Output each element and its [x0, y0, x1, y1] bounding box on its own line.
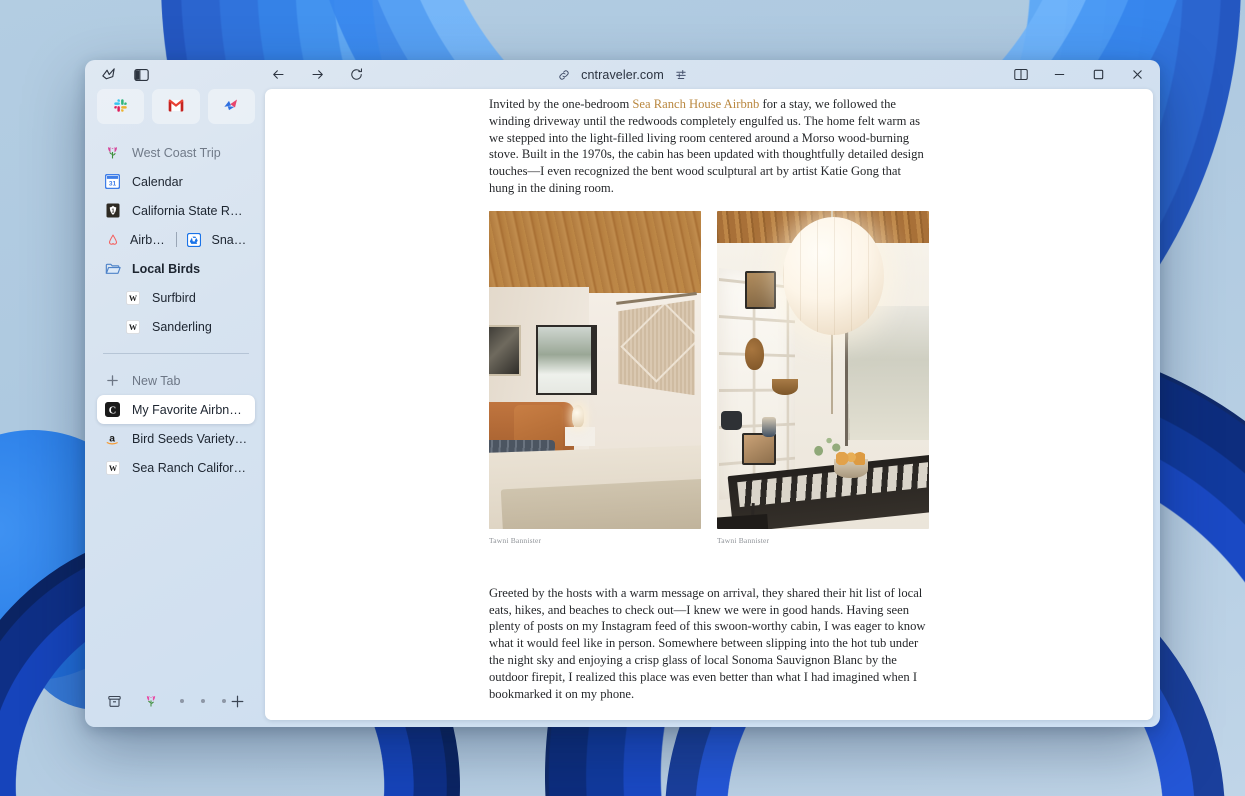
photo-credit: Tawni Bannister [717, 536, 929, 545]
sidebar-folder-label: Local Birds [132, 262, 200, 276]
split-view-icon[interactable] [1012, 66, 1029, 83]
sidebar-folder-local-birds[interactable]: Local Birds [97, 254, 255, 283]
page-bottom-edge [265, 715, 1153, 720]
browser-window: cntraveler.com [85, 60, 1160, 727]
amazon-icon: a [104, 430, 121, 447]
space-dot[interactable] [180, 699, 184, 703]
sidebar-item-label: Airbnb l... [130, 233, 167, 247]
sea-ranch-house-airbnb-link[interactable]: Sea Ranch House Airbnb [632, 97, 759, 111]
photo-column-2: Tawni Bannister [717, 211, 929, 545]
sidebar-item-calendar[interactable]: 31 Calendar [97, 167, 255, 196]
sidebar: West Coast Trip 31 Calendar [85, 89, 265, 720]
app-tile-arc-pinned[interactable] [208, 89, 255, 124]
wikipedia-icon: W [124, 318, 141, 335]
slack-icon [113, 98, 128, 116]
close-button[interactable] [1129, 66, 1146, 83]
footer-space-tulip-icon[interactable] [140, 689, 163, 713]
folder-icon [104, 260, 121, 277]
sidebar-footer [97, 682, 255, 720]
sidebar-item-label: Sanderling [152, 320, 212, 334]
sidebar-tab-my-favorite-airbnb[interactable]: C My Favorite Airbnb in S... [97, 395, 255, 424]
window-body: West Coast Trip 31 Calendar [85, 89, 1160, 727]
sidebar-tab-sea-ranch-california[interactable]: W Sea Ranch California [97, 453, 255, 482]
sidebar-item-label: Snacks... [212, 233, 249, 247]
address-bar[interactable]: cntraveler.com [85, 68, 1160, 82]
link-icon [557, 68, 571, 82]
sidebar-tab-label: My Favorite Airbnb in S... [132, 403, 248, 417]
article-paragraph-2: Greeted by the hosts with a warm message… [489, 585, 929, 703]
archive-icon[interactable] [103, 689, 126, 713]
panel-toggle-icon[interactable] [133, 66, 150, 83]
svg-text:1: 1 [111, 208, 114, 214]
route-shield-icon: 1 [104, 202, 121, 219]
new-space-plus-icon[interactable] [226, 689, 249, 713]
browser-chrome-bar: cntraveler.com [85, 60, 1160, 89]
photo-dining-room[interactable] [717, 211, 929, 529]
space-switcher-dots [180, 699, 226, 703]
sidebar-item-label: Calendar [132, 175, 183, 189]
arrow-left-icon[interactable] [270, 66, 287, 83]
app-tile-slack[interactable] [97, 89, 144, 124]
svg-text:W: W [128, 323, 137, 332]
new-tab-label: New Tab [132, 374, 180, 388]
article-paragraph-1: Invited by the one-bedroom Sea Ranch Hou… [489, 96, 929, 197]
sidebar-divider [103, 353, 249, 354]
page-scroll-container[interactable]: Invited by the one-bedroom Sea Ranch Hou… [265, 89, 1153, 720]
space-dot[interactable] [201, 699, 205, 703]
arc-star-icon[interactable] [100, 66, 117, 83]
airbnb-icon [104, 231, 121, 248]
sidebar-split-tabs-row[interactable]: Airbnb l... Snacks... [97, 225, 255, 254]
svg-text:C: C [109, 405, 116, 416]
sidebar-item-label: Surfbird [152, 291, 196, 305]
plus-icon [104, 372, 121, 389]
sidebar-item-california-state-route-1[interactable]: 1 California State Route 1 [97, 196, 255, 225]
app-tile-gmail[interactable] [152, 89, 199, 124]
google-drive-icon [186, 231, 203, 248]
reload-icon[interactable] [348, 66, 365, 83]
cn-traveler-icon: C [104, 401, 121, 418]
sidebar-item-surfbird[interactable]: W Surfbird [97, 283, 255, 312]
paragraph-1-after: for a stay, we followed the winding driv… [489, 97, 924, 195]
sidebar-tab-bird-seeds-variety-pack[interactable]: a Bird Seeds Variety Pack [97, 424, 255, 453]
arc-star-icon [223, 98, 239, 116]
google-calendar-icon: 31 [104, 173, 121, 190]
wikipedia-icon: W [124, 289, 141, 306]
minimize-button[interactable] [1051, 66, 1068, 83]
maximize-button[interactable] [1090, 66, 1107, 83]
svg-text:31: 31 [109, 181, 117, 188]
sidebar-tab-label: Sea Ranch California [132, 461, 248, 475]
sliders-icon[interactable] [674, 68, 688, 82]
url-text[interactable]: cntraveler.com [581, 68, 664, 82]
sidebar-item-sanderling[interactable]: W Sanderling [97, 312, 255, 341]
wikipedia-icon: W [104, 459, 121, 476]
svg-text:a: a [109, 434, 115, 445]
tulip-icon [104, 144, 121, 161]
photo-bedroom[interactable] [489, 211, 701, 529]
arrow-right-icon[interactable] [309, 66, 326, 83]
web-page-viewport: Invited by the one-bedroom Sea Ranch Hou… [265, 89, 1153, 720]
sidebar-space-west-coast-trip[interactable]: West Coast Trip [97, 138, 255, 167]
split-divider [176, 232, 177, 247]
pinned-app-tiles [97, 89, 255, 124]
sidebar-tab-label: Bird Seeds Variety Pack [132, 432, 248, 446]
gmail-icon [168, 99, 184, 115]
article-content: Invited by the one-bedroom Sea Ranch Hou… [489, 89, 929, 720]
svg-text:W: W [108, 464, 117, 473]
chrome-left-controls [93, 66, 150, 83]
chrome-navigation-controls [270, 66, 365, 83]
photo-credit: Tawni Bannister [489, 536, 701, 545]
sidebar-space-label: West Coast Trip [132, 146, 221, 160]
window-controls [1012, 66, 1152, 83]
new-tab-button[interactable]: New Tab [97, 366, 255, 395]
sidebar-item-snacks[interactable]: Snacks... [186, 231, 249, 248]
paragraph-1-before: Invited by the one-bedroom [489, 97, 632, 111]
sidebar-item-label: California State Route 1 [132, 204, 248, 218]
article-photo-row: Tawni Bannister [489, 211, 929, 545]
photo-column-1: Tawni Bannister [489, 211, 701, 545]
sidebar-spacer [97, 482, 255, 682]
desktop: cntraveler.com [0, 0, 1245, 796]
sidebar-item-airbnb[interactable]: Airbnb l... [104, 231, 167, 248]
svg-text:W: W [128, 294, 137, 303]
